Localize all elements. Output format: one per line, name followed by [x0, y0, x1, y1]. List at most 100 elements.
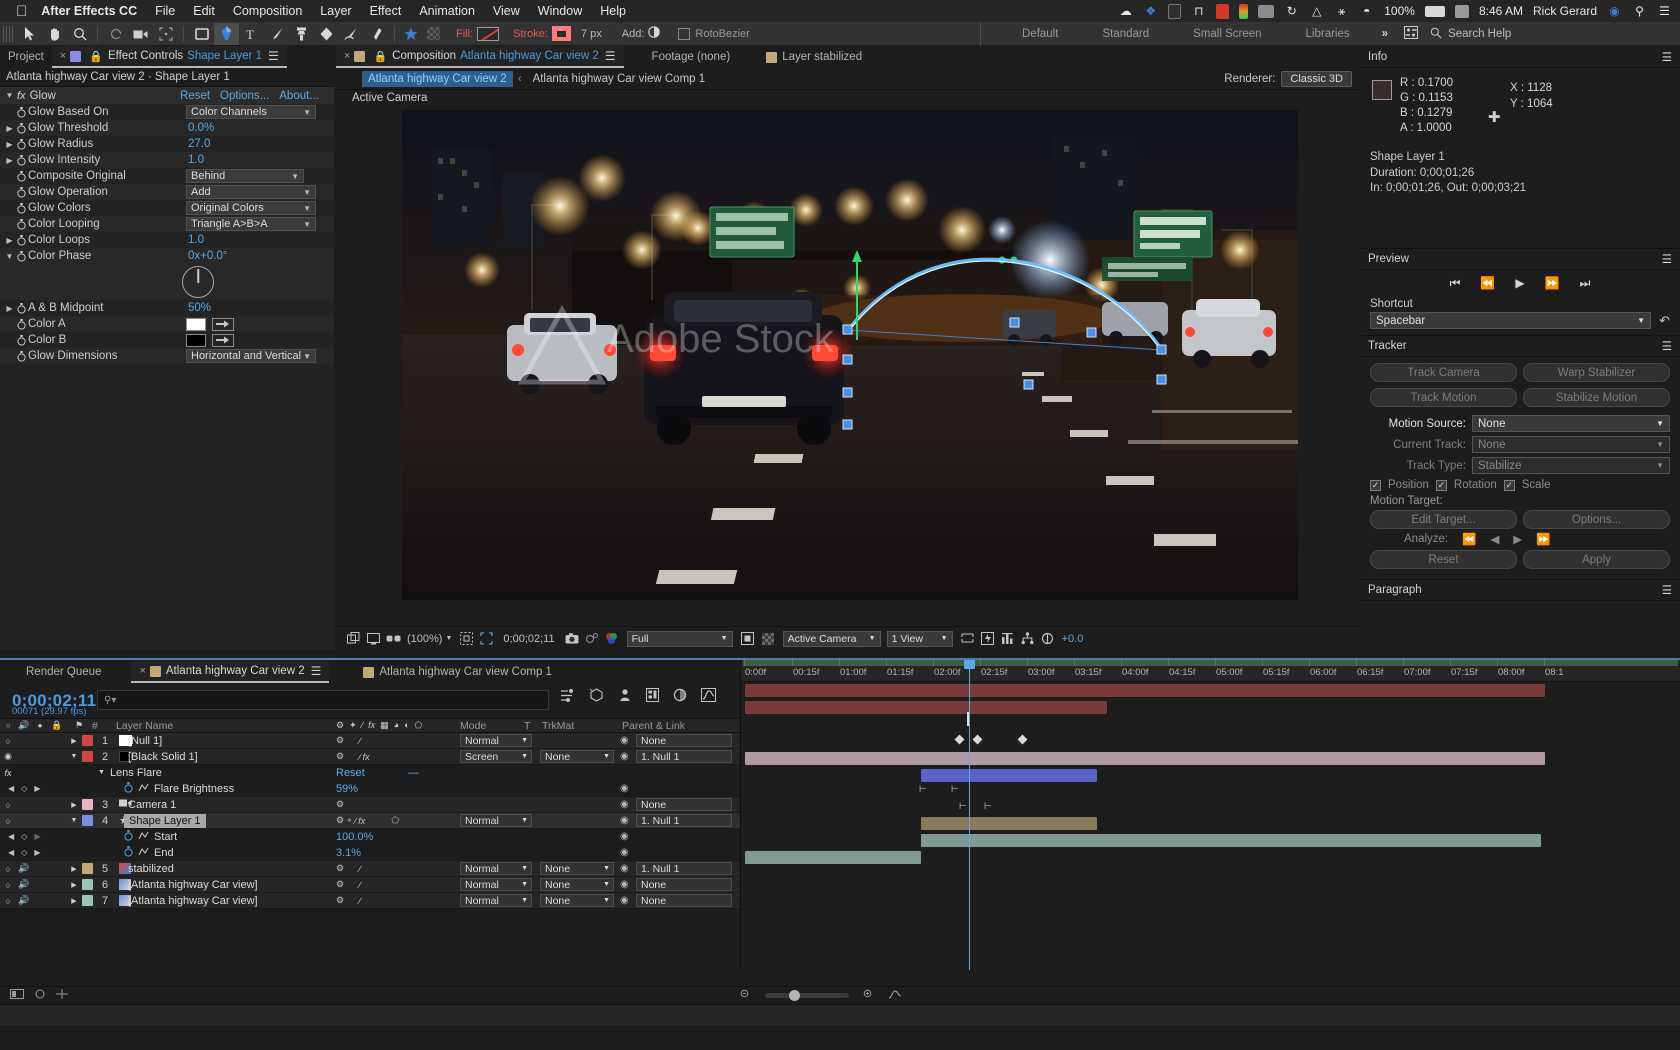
trkmat-dropdown[interactable]: None ▼: [540, 878, 614, 891]
video-switch-icon[interactable]: ○: [0, 736, 16, 746]
disclosure-triangle-icon[interactable]: ▶: [66, 737, 82, 745]
user-name-label[interactable]: Rick Gerard: [1533, 4, 1597, 18]
layer-name[interactable]: [Black Solid 1]: [128, 751, 198, 763]
param-dropdown[interactable]: Color Channels ▼: [186, 105, 316, 119]
stopwatch-icon[interactable]: [15, 350, 28, 362]
label-color-chip[interactable]: [82, 895, 93, 906]
graph-icon[interactable]: [138, 847, 149, 859]
draft-3d-icon[interactable]: [589, 688, 604, 707]
eyedropper-icon[interactable]: [212, 333, 234, 347]
battery-monitor-icon[interactable]: [1168, 3, 1182, 19]
motion-blur-icon[interactable]: [673, 688, 687, 707]
stopwatch-icon[interactable]: [124, 781, 133, 796]
video-switch-icon[interactable]: ○: [0, 816, 16, 826]
stopwatch-icon[interactable]: [15, 122, 28, 134]
transparency-grid-icon[interactable]: [759, 630, 777, 648]
param-value[interactable]: 50%: [188, 302, 211, 314]
disclosure-triangle-icon[interactable]: ▶: [66, 881, 82, 889]
tab-comp-1[interactable]: Atlanta highway Car view Comp 1: [355, 661, 560, 683]
breadcrumb-parent[interactable]: Atlanta highway Car view Comp 1: [527, 71, 712, 87]
layer-name[interactable]: [Null 1]: [128, 735, 162, 747]
puppet-pin-tool-icon[interactable]: [364, 23, 389, 45]
parent-dropdown[interactable]: None: [636, 878, 732, 891]
region-of-interest-tool-icon[interactable]: [153, 23, 178, 45]
panel-menu-icon[interactable]: ☰: [268, 49, 279, 63]
close-icon[interactable]: ×: [344, 50, 350, 62]
rotobezier-toggle[interactable]: RotoBezier: [678, 27, 750, 40]
audio-switch-icon[interactable]: 🔊: [16, 863, 32, 874]
toggle-switches-modes-icon[interactable]: [10, 989, 24, 1002]
fast-previews-icon[interactable]: [979, 630, 997, 648]
param-composite-original[interactable]: Composite Original Behind ▼: [0, 168, 334, 184]
tab-project[interactable]: Project: [0, 46, 52, 68]
stopwatch-icon[interactable]: [15, 106, 28, 118]
first-frame-button[interactable]: ⏮: [1450, 276, 1461, 291]
param-glow-operation[interactable]: Glow Operation Add ▼: [0, 184, 334, 200]
wifi-icon[interactable]: ◓: [1359, 4, 1374, 19]
parent-dropdown[interactable]: None: [636, 798, 732, 811]
analyze-backward-icon[interactable]: ◀: [1490, 532, 1499, 546]
param-color-phase[interactable]: ▼ Color Phase 0x+0.0°: [0, 248, 334, 264]
mode-column-header[interactable]: Mode: [460, 720, 486, 732]
panel-menu-icon[interactable]: ☰: [311, 664, 322, 678]
disclosure-triangle-icon[interactable]: ▶: [4, 236, 15, 245]
workspace-overflow-icon[interactable]: »: [1372, 28, 1398, 40]
property-value[interactable]: 100.0%: [336, 831, 373, 843]
close-icon[interactable]: ×: [139, 665, 145, 677]
menu-layer[interactable]: Layer: [320, 4, 351, 18]
snapping-star-icon[interactable]: [400, 23, 422, 45]
workspace-settings-icon[interactable]: [1398, 26, 1424, 42]
exposure-value[interactable]: +0.0: [1062, 633, 1084, 645]
effect-about-link[interactable]: About...: [279, 90, 319, 102]
trkmat-dropdown[interactable]: None ▼: [540, 862, 614, 875]
scale-checkbox[interactable]: ✓: [1503, 479, 1515, 491]
param-dropdown[interactable]: Original Colors ▼: [186, 201, 316, 215]
parent-pickwhip-icon[interactable]: ◉: [620, 735, 629, 746]
disclosure-triangle-icon[interactable]: ▶: [66, 897, 82, 905]
table-row[interactable]: ○ 🔊 ▶ 6 [Atlanta highway Car view] ⚙ ∕ No…: [0, 877, 740, 893]
app-name-label[interactable]: After Effects CC: [41, 4, 137, 18]
snapshot-icon[interactable]: [563, 630, 581, 648]
blend-mode-dropdown[interactable]: Normal ▼: [460, 734, 532, 747]
parent-dropdown[interactable]: 1. Null 1: [636, 814, 732, 827]
trkmat-dropdown[interactable]: None ▼: [540, 894, 614, 907]
timeline-graph-area[interactable]: 0:00f 00:15f 01:00f 01:15f 02:00f 02:15f…: [740, 660, 1680, 970]
stopwatch-icon[interactable]: [124, 845, 133, 860]
stopwatch-icon[interactable]: [15, 318, 28, 330]
tab-layer-stabilized[interactable]: Layer stabilized: [758, 46, 870, 68]
workspace-small-screen[interactable]: Small Screen: [1171, 28, 1283, 40]
parent-column-header[interactable]: Parent & Link: [622, 720, 685, 732]
panel-menu-icon[interactable]: ☰: [1662, 339, 1672, 353]
analyze-fwd-1-icon[interactable]: ⏩: [1536, 532, 1550, 546]
track-camera-button[interactable]: Track Camera: [1370, 363, 1517, 382]
menu-animation[interactable]: Animation: [419, 4, 475, 18]
blend-mode-dropdown[interactable]: Normal ▼: [460, 814, 532, 827]
notification-center-icon[interactable]: ☰: [1657, 4, 1672, 19]
keyframe-navigator[interactable]: ◀ ◇ ▶: [8, 784, 40, 793]
parent-pickwhip-icon[interactable]: ◉: [620, 879, 629, 890]
layer-switches[interactable]: ⚙ ∕: [336, 895, 361, 906]
layer-switches[interactable]: ⚙ ∕: [336, 879, 361, 890]
param-color-looping[interactable]: Color Looping Triangle A>B>A ▼: [0, 216, 334, 232]
layer-name[interactable]: Camera 1: [128, 799, 176, 811]
previous-frame-button[interactable]: ⏪: [1480, 276, 1495, 290]
stopwatch-icon[interactable]: [15, 234, 28, 246]
target-region-icon[interactable]: [739, 630, 757, 648]
param-value[interactable]: 1.0: [188, 154, 204, 166]
breadcrumb-active[interactable]: Atlanta highway Car view 2: [362, 70, 513, 87]
audio-switch-icon[interactable]: 🔊: [16, 879, 32, 890]
parent-pickwhip-icon[interactable]: ◉: [620, 863, 629, 874]
effect-header-glow[interactable]: ▼ fx Glow Reset Options... About...: [0, 87, 334, 104]
search-help-input[interactable]: Search Help: [1448, 28, 1511, 40]
tab-effect-controls[interactable]: × 🔒 Effect Controls Shape Layer 1 ☰: [51, 46, 287, 68]
show-snapshot-icon[interactable]: [583, 630, 601, 648]
video-switch-icon[interactable]: ◉: [0, 751, 16, 762]
stopwatch-icon[interactable]: [15, 302, 28, 314]
timeline-grid-icon[interactable]: [56, 989, 68, 1002]
panel-menu-icon[interactable]: ☰: [1662, 252, 1672, 266]
exposure-reset-icon[interactable]: [1039, 630, 1057, 648]
video-switch-icon[interactable]: ○: [0, 896, 16, 906]
menu-view[interactable]: View: [493, 4, 520, 18]
label-color-chip[interactable]: [82, 863, 93, 874]
region-of-interest-icon[interactable]: [477, 630, 495, 648]
